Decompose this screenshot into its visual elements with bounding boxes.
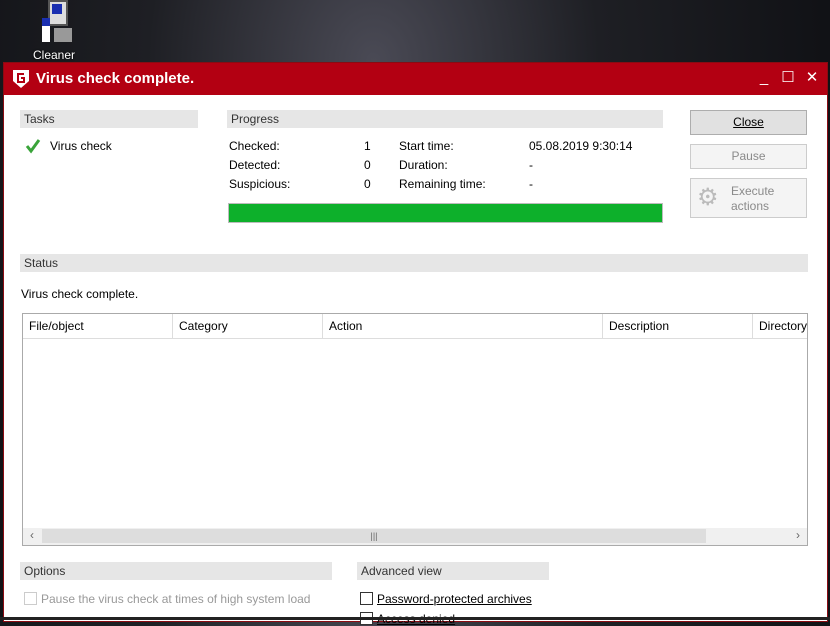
scroll-right-arrow[interactable]: › [791, 528, 805, 542]
progress-bar-fill [229, 204, 662, 222]
start-time-value: 05.08.2019 9:30:14 [529, 139, 633, 153]
column-category[interactable]: Category [173, 314, 323, 338]
duration-value: - [529, 158, 533, 172]
pause-button[interactable]: Pause [690, 144, 807, 169]
column-action[interactable]: Action [323, 314, 603, 338]
checked-value: 1 [364, 139, 371, 153]
column-description[interactable]: Description [603, 314, 753, 338]
suspicious-value: 0 [364, 177, 371, 191]
checked-label: Checked: [229, 139, 280, 153]
progress-header: Progress [227, 110, 663, 128]
desktop-icon-label: Cleaner [32, 48, 76, 62]
execute-actions-button[interactable]: ⚙ Execute actions [690, 178, 807, 218]
pause-high-load-checkbox[interactable] [24, 592, 37, 605]
password-archives-checkbox[interactable] [360, 592, 373, 605]
tasks-header: Tasks [20, 110, 198, 128]
scrollbar-thumb[interactable]: ||| [42, 529, 706, 543]
table-header: File/object Category Action Description … [23, 314, 807, 339]
gdata-logo-icon [13, 70, 29, 88]
gears-icon: ⚙ [697, 184, 719, 211]
desktop-icon-cleaner[interactable]: Cleaner [22, 0, 86, 62]
advanced-view-header: Advanced view [357, 562, 549, 580]
detected-label: Detected: [229, 158, 281, 172]
remaining-time-label: Remaining time: [399, 177, 486, 191]
title-bar[interactable]: Virus check complete. _ ☐ ✕ [4, 63, 827, 95]
pause-high-load-label: Pause the virus check at times of high s… [41, 592, 311, 606]
options-header: Options [20, 562, 332, 580]
checkmark-icon [25, 139, 41, 154]
close-window-button[interactable]: ✕ [800, 67, 824, 89]
close-button[interactable]: Close [690, 110, 807, 135]
suspicious-label: Suspicious: [229, 177, 291, 191]
column-file-object[interactable]: File/object [23, 314, 173, 338]
progress-bar [228, 203, 663, 223]
cleaner-icon [34, 0, 74, 44]
scroll-left-arrow[interactable]: ‹ [25, 528, 39, 542]
virus-check-window: Virus check complete. _ ☐ ✕ Tasks Virus … [3, 62, 828, 626]
status-text: Virus check complete. [21, 287, 139, 301]
task-virus-check[interactable]: Virus check [50, 139, 112, 153]
maximize-button[interactable]: ☐ [776, 67, 800, 89]
password-archives-label: Password-protected archives [377, 592, 532, 606]
execute-label-2: actions [731, 199, 770, 213]
status-header: Status [20, 254, 808, 272]
column-directory[interactable]: Directory [753, 314, 807, 338]
window-title: Virus check complete. [36, 70, 195, 87]
results-table: File/object Category Action Description … [22, 313, 808, 546]
start-time-label: Start time: [399, 139, 454, 153]
duration-label: Duration: [399, 158, 448, 172]
remaining-time-value: - [529, 177, 533, 191]
execute-label-1: Execute [731, 184, 775, 198]
close-button-label: Close [733, 115, 764, 129]
minimize-button[interactable]: _ [752, 67, 776, 89]
horizontal-scrollbar[interactable]: ‹ ||| › [23, 528, 807, 545]
detected-value: 0 [364, 158, 371, 172]
